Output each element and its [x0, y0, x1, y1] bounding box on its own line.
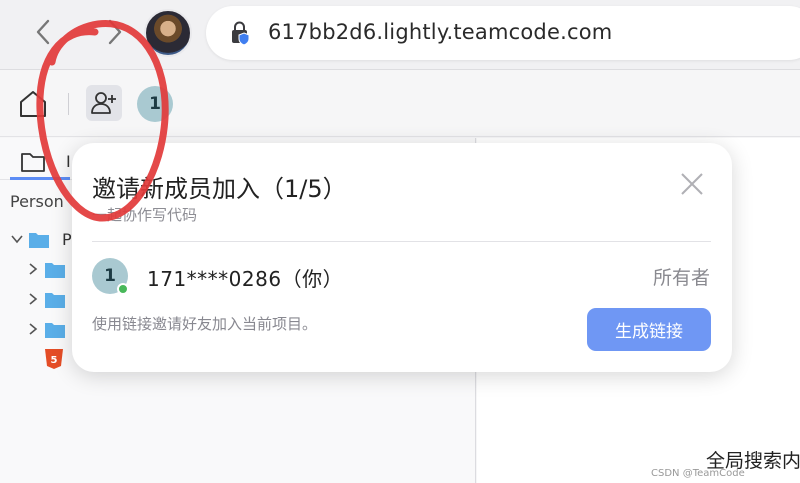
app-toolbar: 1	[0, 71, 800, 137]
tree-root-label: P	[62, 230, 72, 249]
folder-icon	[21, 153, 45, 172]
watermark-text: CSDN @TeamCode	[651, 468, 745, 479]
close-icon	[681, 173, 703, 195]
dialog-divider	[92, 241, 711, 242]
browser-toolbar: 617bb2d6.lightly.teamcode.com	[0, 0, 800, 70]
lock-shield-icon	[232, 21, 250, 46]
folder-section-label: Person	[10, 192, 64, 211]
invite-members-dialog: 邀请新成员加入（1/5） 一起协作写代码 1 171****0286（你） 所有…	[72, 143, 732, 372]
back-button[interactable]	[26, 14, 62, 50]
invite-member-button[interactable]	[86, 85, 122, 121]
add-user-icon	[91, 92, 116, 114]
url-text[interactable]: 617bb2d6.lightly.teamcode.com	[268, 20, 612, 44]
tab-files[interactable]: I	[10, 144, 71, 180]
back-icon	[36, 19, 50, 45]
invite-hint-text: 使用链接邀请好友加入当前项目。	[92, 315, 318, 333]
forward-icon	[108, 19, 122, 45]
forward-button[interactable]	[96, 14, 132, 50]
chevron-down-icon	[11, 235, 23, 244]
svg-text:5: 5	[51, 355, 58, 366]
online-status-dot	[117, 283, 129, 295]
toolbar-divider	[68, 93, 69, 115]
home-icon	[20, 91, 46, 117]
tab-files-label: I	[66, 152, 71, 171]
profile-avatar[interactable]	[144, 9, 192, 57]
address-bar[interactable]: 617bb2d6.lightly.teamcode.com	[206, 6, 800, 60]
chevron-right-icon	[29, 323, 38, 335]
folder-icon	[29, 233, 49, 248]
dialog-title: 邀请新成员加入（1/5）	[92, 175, 347, 203]
chevron-right-icon	[29, 293, 38, 305]
member-avatar[interactable]: 1	[137, 86, 173, 122]
tree-folder-item[interactable]	[26, 318, 76, 344]
chevron-right-icon	[29, 263, 38, 275]
folder-icon	[45, 263, 65, 278]
home-button[interactable]	[16, 87, 50, 121]
member-name: 171****0286（你）	[147, 267, 344, 291]
tree-folder-item[interactable]	[26, 288, 76, 314]
tree-file-item[interactable]: 5	[44, 348, 74, 374]
folder-icon	[45, 323, 65, 338]
dialog-subtitle: 一起协作写代码	[92, 206, 198, 224]
member-role: 所有者	[652, 267, 710, 289]
folder-icon	[45, 293, 65, 308]
html5-icon: 5	[45, 349, 63, 369]
generate-link-button[interactable]: 生成链接	[587, 308, 711, 351]
tree-folder-item[interactable]	[26, 258, 76, 284]
close-button[interactable]	[678, 170, 706, 198]
